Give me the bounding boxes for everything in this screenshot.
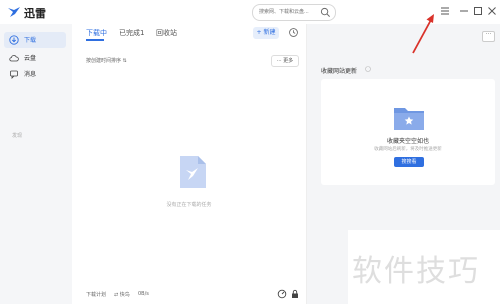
right-panel-more-button[interactable]: ··· — [482, 31, 495, 42]
folder-star-icon — [394, 108, 424, 130]
tab-downloading[interactable]: 下载中 — [86, 28, 107, 38]
active-tab-indicator — [86, 39, 104, 41]
new-task-button[interactable]: + 新建 — [253, 27, 279, 39]
sidebar-discover-label[interactable]: 发现 — [12, 132, 22, 139]
app-title: 迅雷 — [24, 7, 46, 20]
xunlei-logo-icon — [8, 7, 20, 17]
download-speed-value: 0B/s — [138, 291, 149, 297]
speed-boost-label[interactable]: ⇄ 快鸟 — [114, 291, 130, 298]
cloud-icon — [9, 55, 19, 62]
annotation-arrow-icon — [412, 14, 434, 54]
favorites-empty-card: 收藏夹空空如也 收藏网站后刷新，将及时推送更新 搜搜看 — [321, 79, 495, 185]
info-icon[interactable] — [365, 66, 371, 72]
search-icon[interactable] — [320, 7, 331, 18]
sidebar-item-label: 消息 — [24, 71, 37, 78]
watermark-text: 软件技巧 — [352, 254, 480, 289]
search-input[interactable] — [259, 6, 317, 18]
maximize-icon[interactable] — [472, 5, 484, 17]
download-icon — [9, 35, 19, 45]
close-icon[interactable] — [486, 5, 498, 17]
download-plan-link[interactable]: 下载计划 — [86, 291, 106, 298]
lock-icon[interactable] — [290, 289, 300, 299]
sidebar-item-messages[interactable]: 消息 — [4, 66, 66, 82]
empty-state-text: 没有正在下载的任务 — [166, 202, 212, 208]
empty-favorites-subtitle: 收藏网站后刷新，将及时推送更新 — [374, 147, 442, 152]
search-box[interactable] — [252, 4, 336, 21]
tab-completed[interactable]: 已完成1 — [119, 28, 144, 38]
search-sites-button[interactable]: 搜搜看 — [394, 157, 424, 167]
sort-dropdown[interactable]: 按创建时间排序 ⇅ — [86, 57, 127, 64]
sidebar-item-cloud[interactable]: 云盘 — [4, 50, 66, 66]
favorites-section-title: 收藏网站更新 — [321, 68, 358, 75]
history-icon[interactable] — [288, 27, 299, 38]
tab-recycle-bin[interactable]: 回收站 — [156, 28, 177, 38]
sidebar-item-label: 下载 — [24, 37, 37, 44]
message-icon — [10, 70, 18, 79]
sidebar-item-label: 云盘 — [24, 55, 37, 62]
empty-file-icon — [180, 156, 206, 188]
speed-limit-icon[interactable] — [277, 289, 287, 299]
more-button[interactable]: ··· 更多 — [271, 55, 299, 67]
sidebar-item-download[interactable]: 下载 — [4, 32, 66, 48]
minimize-icon[interactable] — [458, 5, 470, 17]
menu-icon[interactable] — [439, 5, 451, 17]
sidebar: 下载 云盘 消息 发现 — [0, 24, 72, 304]
download-panel: 下载中 已完成1 回收站 + 新建 按创建时间排序 ⇅ ··· 更多 没有正在下… — [72, 24, 307, 304]
empty-favorites-title: 收藏夹空空如也 — [386, 138, 429, 145]
